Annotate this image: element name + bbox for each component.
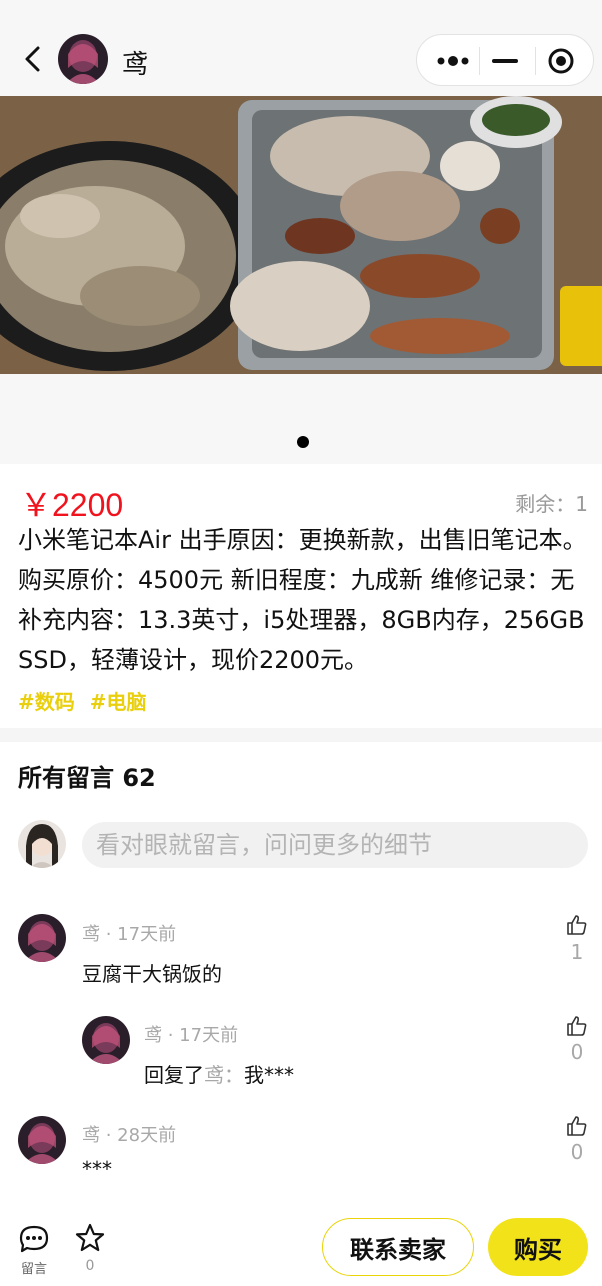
favorite-button[interactable]: 0 bbox=[72, 1222, 108, 1274]
thumbs-up-icon bbox=[567, 1016, 587, 1036]
bottom-action-bar: 留言 0 联系卖家 购买 bbox=[0, 1206, 602, 1286]
like-count: 1 bbox=[570, 940, 584, 964]
capsule-divider bbox=[535, 47, 536, 75]
minimize-icon bbox=[492, 59, 518, 63]
comment-shortcut-label: 留言 bbox=[20, 1262, 47, 1277]
gallery-indicator-dot bbox=[297, 436, 309, 448]
seller-avatar[interactable] bbox=[58, 34, 108, 84]
comment-input[interactable] bbox=[82, 822, 588, 868]
comment-meta: 鸢 · 17天前 bbox=[82, 924, 177, 945]
reply-text: 回复了鸢：我*** bbox=[144, 1059, 294, 1088]
mini-program-capsule bbox=[416, 34, 594, 86]
comment-text: *** bbox=[82, 1157, 112, 1181]
nav-header: 鸢 bbox=[0, 0, 602, 96]
commenter-avatar[interactable] bbox=[18, 1116, 66, 1164]
tag-list: #数码 #电脑 bbox=[18, 686, 155, 715]
target-close-icon bbox=[548, 48, 574, 74]
seller-name[interactable]: 鸢 bbox=[122, 44, 148, 81]
back-button[interactable] bbox=[18, 42, 48, 76]
tag[interactable]: #数码 bbox=[18, 690, 75, 714]
chat-bubble-icon bbox=[19, 1225, 49, 1253]
minimize-button[interactable] bbox=[487, 49, 523, 73]
star-icon bbox=[75, 1223, 105, 1252]
tag[interactable]: #电脑 bbox=[90, 690, 147, 714]
more-button[interactable] bbox=[435, 49, 471, 73]
like-button[interactable] bbox=[566, 1115, 588, 1137]
product-info: ￥2200 剩余：1 小米笔记本Air 出手原因：更换新款，出售旧笔记本。 购买… bbox=[0, 464, 602, 728]
thumbs-up-icon bbox=[567, 1116, 587, 1136]
reply-prefix: 回复了 bbox=[144, 1063, 204, 1087]
comment-shortcut-button[interactable]: 留言 bbox=[16, 1224, 52, 1277]
product-photo[interactable] bbox=[0, 96, 602, 374]
contact-seller-button[interactable]: 联系卖家 bbox=[322, 1218, 474, 1276]
comment-text: 豆腐干大锅饭的 bbox=[82, 962, 222, 986]
close-miniprogram-button[interactable] bbox=[547, 47, 575, 75]
stock-remaining: 剩余：1 bbox=[515, 492, 588, 516]
current-user-avatar bbox=[18, 820, 66, 868]
reply-target: 鸢： bbox=[204, 1063, 244, 1087]
buy-button[interactable]: 购买 bbox=[488, 1218, 588, 1276]
like-button[interactable] bbox=[566, 914, 588, 936]
reply-content: 我*** bbox=[244, 1063, 294, 1087]
product-description: 小米笔记本Air 出手原因：更换新款，出售旧笔记本。 购买原价：4500元 新旧… bbox=[18, 526, 587, 674]
comment-meta: 鸢 · 28天前 bbox=[82, 1125, 177, 1146]
gallery-area bbox=[0, 374, 602, 464]
more-dots-icon bbox=[437, 56, 469, 66]
comments-title: 所有留言 62 bbox=[18, 764, 156, 792]
section-divider bbox=[0, 728, 602, 742]
favorite-count: 0 bbox=[85, 1258, 95, 1274]
like-count: 0 bbox=[570, 1040, 584, 1064]
capsule-divider bbox=[479, 47, 480, 75]
commenter-avatar[interactable] bbox=[18, 914, 66, 962]
commenter-avatar[interactable] bbox=[82, 1016, 130, 1064]
chevron-left-icon bbox=[25, 46, 40, 72]
like-count: 0 bbox=[570, 1140, 584, 1164]
thumbs-up-icon bbox=[567, 915, 587, 935]
comment-meta: 鸢 · 17天前 bbox=[144, 1025, 239, 1046]
like-button[interactable] bbox=[566, 1015, 588, 1037]
